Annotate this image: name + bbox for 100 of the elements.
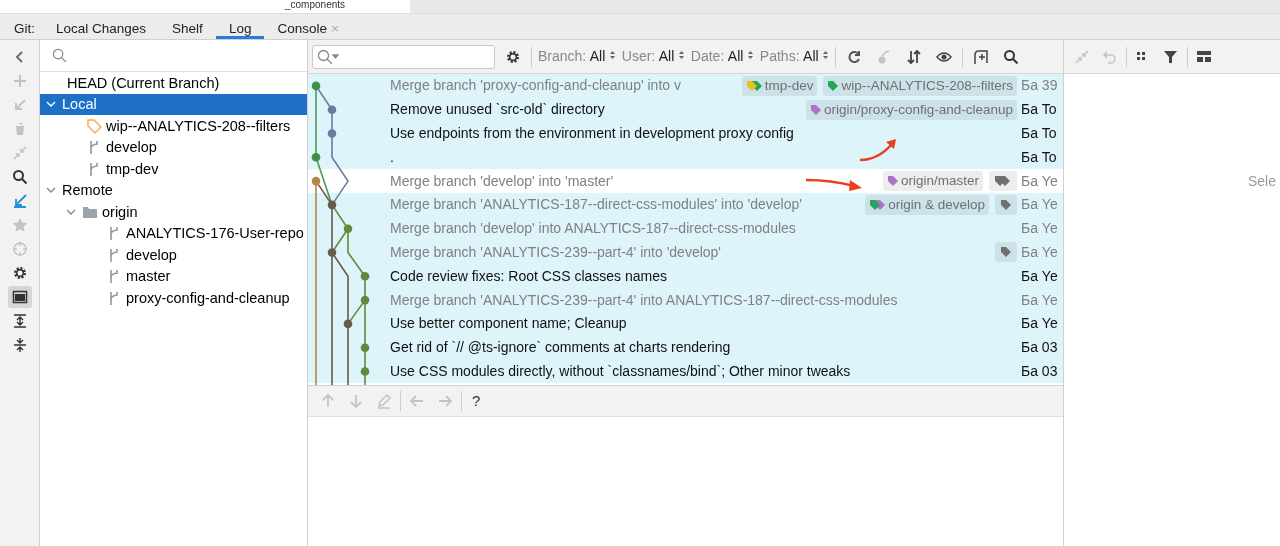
tree-item[interactable]: proxy-config-and-cleanup: [126, 290, 290, 305]
commit-message[interactable]: Use CSS modules directly, without `classnames/bind`; Other minor tweaks: [390, 360, 1017, 382]
author-date: Ба Ye: [1021, 195, 1059, 215]
caret-icon: [608, 49, 616, 61]
settings-icon: [505, 48, 521, 65]
collapse-icon: [11, 337, 28, 353]
filter-dropdown[interactable]: Paths: All: [759, 46, 830, 67]
search-field[interactable]: [312, 44, 495, 69]
branch-label: wip--ANALYTICS-208--filters: [823, 75, 1017, 96]
file-name: _components: [284, 0, 346, 12]
author-date: Ба 39: [1021, 76, 1059, 96]
author-date: Ба Ye: [1021, 290, 1059, 310]
branch-label: origin & develop: [865, 194, 989, 215]
tree-item[interactable]: master: [126, 269, 171, 284]
author-date: Ба Ye: [1021, 266, 1059, 286]
tree-item[interactable]: develop: [126, 247, 177, 262]
tab[interactable]: Log: [215, 14, 265, 39]
commit-node[interactable]: [311, 176, 321, 186]
search-icon: [1003, 48, 1020, 65]
compress-icon: [1074, 48, 1090, 65]
layout-icon: [1196, 48, 1212, 65]
commit-node[interactable]: [343, 319, 353, 329]
search-icon: [52, 48, 67, 63]
commit-message[interactable]: Merge branch 'ANALYTICS-187--direct-css-modules' into 'develop': [390, 194, 860, 216]
commit-node[interactable]: [327, 105, 337, 114]
up-arrow-icon: [320, 393, 336, 409]
commit-node[interactable]: [360, 367, 370, 376]
author-date: Ба 03: [1021, 338, 1059, 358]
commit-message[interactable]: Code review fixes: Root CSS classes names: [390, 265, 1017, 287]
plus-icon: [11, 73, 28, 89]
caret-icon: [746, 49, 754, 61]
left-arrow-icon: [409, 393, 425, 409]
commit-message[interactable]: Use better component name; Cleanup: [390, 313, 1017, 335]
commit-node[interactable]: [327, 248, 337, 257]
tree-item[interactable]: ANALYTICS-176-User-repo: [126, 226, 304, 241]
down-arrow-icon: [348, 393, 364, 409]
tab[interactable]: Shelf: [159, 14, 216, 39]
tree-item[interactable]: Local: [62, 97, 97, 112]
pencil-icon: [376, 393, 392, 409]
refresh-icon: [846, 48, 863, 65]
search-icon: [11, 169, 28, 185]
branch-label: origin/proxy-config-and-cleanup: [805, 99, 1017, 120]
filter-dropdown[interactable]: Branch: All: [538, 46, 616, 67]
right-arrow-icon: [437, 393, 453, 409]
commit-node[interactable]: [311, 153, 321, 162]
author-date: Ба Ye: [1021, 219, 1059, 239]
tree-item[interactable]: tmp-dev: [106, 161, 159, 176]
sort-icon: [906, 48, 923, 65]
tool-window-label: Git:: [13, 20, 36, 38]
checkout-icon: [11, 193, 28, 209]
panel-button[interactable]: [7, 286, 32, 308]
author-date: Ба Ye: [1021, 242, 1059, 262]
tags-button[interactable]: [995, 194, 1017, 215]
commit-message[interactable]: Use endpoints from the environment in development proxy config: [390, 123, 1017, 144]
commit-message[interactable]: Merge branch 'ANALYTICS-239--part-4' into 'develop': [390, 241, 989, 263]
tree-item[interactable]: HEAD (Current Branch): [67, 75, 220, 90]
author-date: Ба To: [1021, 147, 1058, 167]
tags-button[interactable]: [995, 242, 1017, 263]
author-date: Ба 03: [1021, 361, 1059, 381]
filter-icon: [1163, 48, 1179, 65]
tree-item[interactable]: wip--ANALYTICS-208--filters: [106, 118, 291, 133]
commit-message[interactable]: Merge branch 'proxy-config-and-cleanup' into v: [390, 75, 736, 97]
panel-icon: [11, 289, 28, 305]
caret-icon: [677, 49, 685, 61]
commit-node[interactable]: [360, 295, 370, 305]
branch-label: tmp-dev: [741, 75, 818, 96]
commit-message[interactable]: Remove unused `src-old` directory: [390, 99, 800, 121]
caret-icon: [822, 49, 830, 61]
search-icon: [317, 48, 339, 65]
target-icon: [11, 241, 28, 257]
commit-node[interactable]: [327, 129, 337, 138]
branch-label: origin/master: [882, 171, 983, 192]
commit-message[interactable]: Merge branch 'develop' into 'master': [390, 170, 877, 192]
tree-item[interactable]: Remote: [62, 183, 113, 198]
tags-button[interactable]: [989, 171, 1017, 192]
commit-node[interactable]: [327, 200, 337, 210]
tab[interactable]: Local Changes: [43, 14, 160, 39]
settings-icon: [11, 265, 28, 281]
empty-details-text: Sele: [1248, 173, 1277, 189]
author-date: Ба Ye: [1021, 314, 1059, 334]
compress-icon: [11, 145, 28, 161]
commit-node[interactable]: [343, 224, 353, 233]
tree-item[interactable]: develop: [106, 140, 157, 155]
tag-icon: [86, 117, 102, 134]
star-icon: [11, 217, 28, 233]
author-date: Ба To: [1021, 124, 1058, 143]
new-tab-icon: [973, 48, 990, 65]
filter-dropdown[interactable]: User: All: [621, 46, 685, 67]
commit-message[interactable]: Merge branch 'ANALYTICS-239--part-4' into ANALYTICS-187--direct-css-modules: [390, 289, 1017, 311]
tree-item[interactable]: origin: [102, 204, 138, 219]
commit-message[interactable]: .: [390, 146, 1017, 168]
tab[interactable]: Console ×: [264, 14, 352, 39]
commit-node[interactable]: [360, 272, 370, 281]
commit-node[interactable]: [360, 343, 370, 352]
commit-node[interactable]: [311, 81, 321, 91]
help-button[interactable]: ?: [466, 389, 487, 413]
commit-message[interactable]: Merge branch 'develop' into ANALYTICS-187--direct-css-modules: [390, 218, 1017, 240]
filter-dropdown[interactable]: Date: All: [690, 46, 754, 67]
expand-icon: [11, 313, 28, 329]
commit-message[interactable]: Get rid of `// @ts-ignore` comments at charts rendering: [390, 337, 1017, 359]
